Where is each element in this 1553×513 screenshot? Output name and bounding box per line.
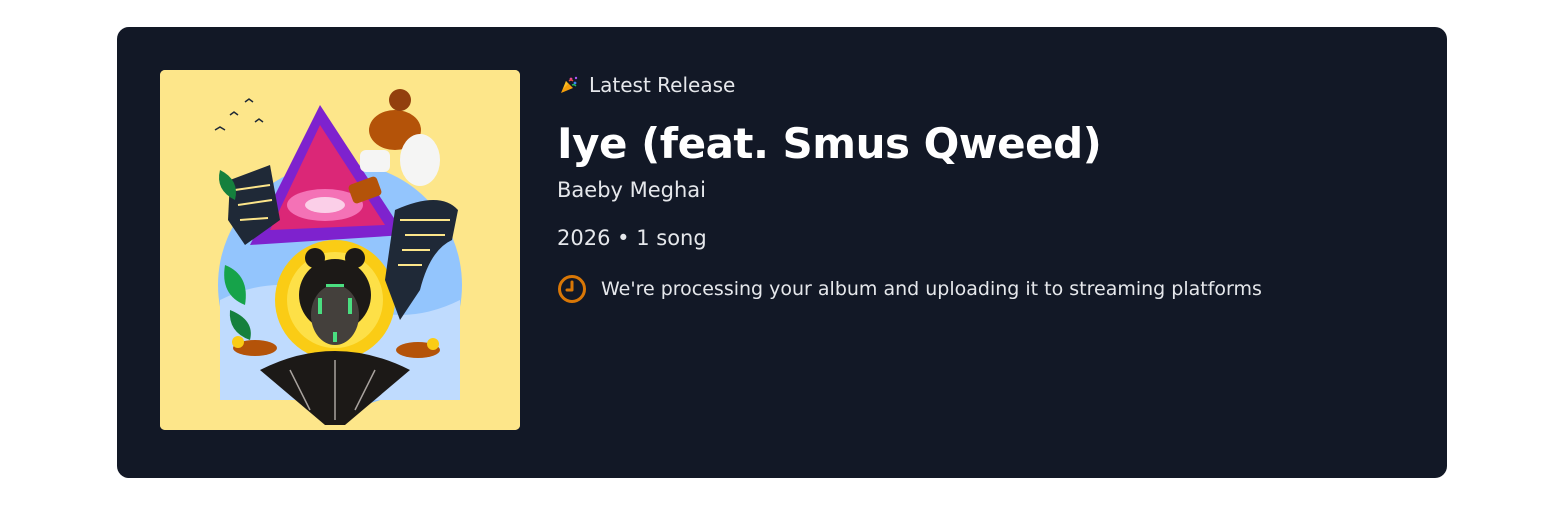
processing-status: We're processing your album and uploadin…	[557, 274, 1262, 304]
release-meta: 2026 • 1 song	[557, 226, 707, 250]
meta-separator: •	[617, 226, 630, 250]
album-cover-art[interactable]	[160, 70, 520, 430]
latest-release-card: Latest Release Iye (feat. Smus Qweed) Ba…	[117, 27, 1447, 478]
clock-icon	[557, 274, 587, 304]
party-popper-icon	[559, 75, 579, 95]
latest-release-label: Latest Release	[559, 73, 735, 97]
album-artwork-illustration	[160, 70, 520, 430]
status-text: We're processing your album and uploadin…	[601, 278, 1262, 300]
eyebrow-text: Latest Release	[589, 73, 736, 97]
song-count: 1 song	[636, 226, 707, 250]
release-year: 2026	[557, 226, 611, 250]
artist-name[interactable]: Baeby Meghai	[557, 178, 706, 202]
release-title: Iye (feat. Smus Qweed)	[557, 119, 1102, 168]
